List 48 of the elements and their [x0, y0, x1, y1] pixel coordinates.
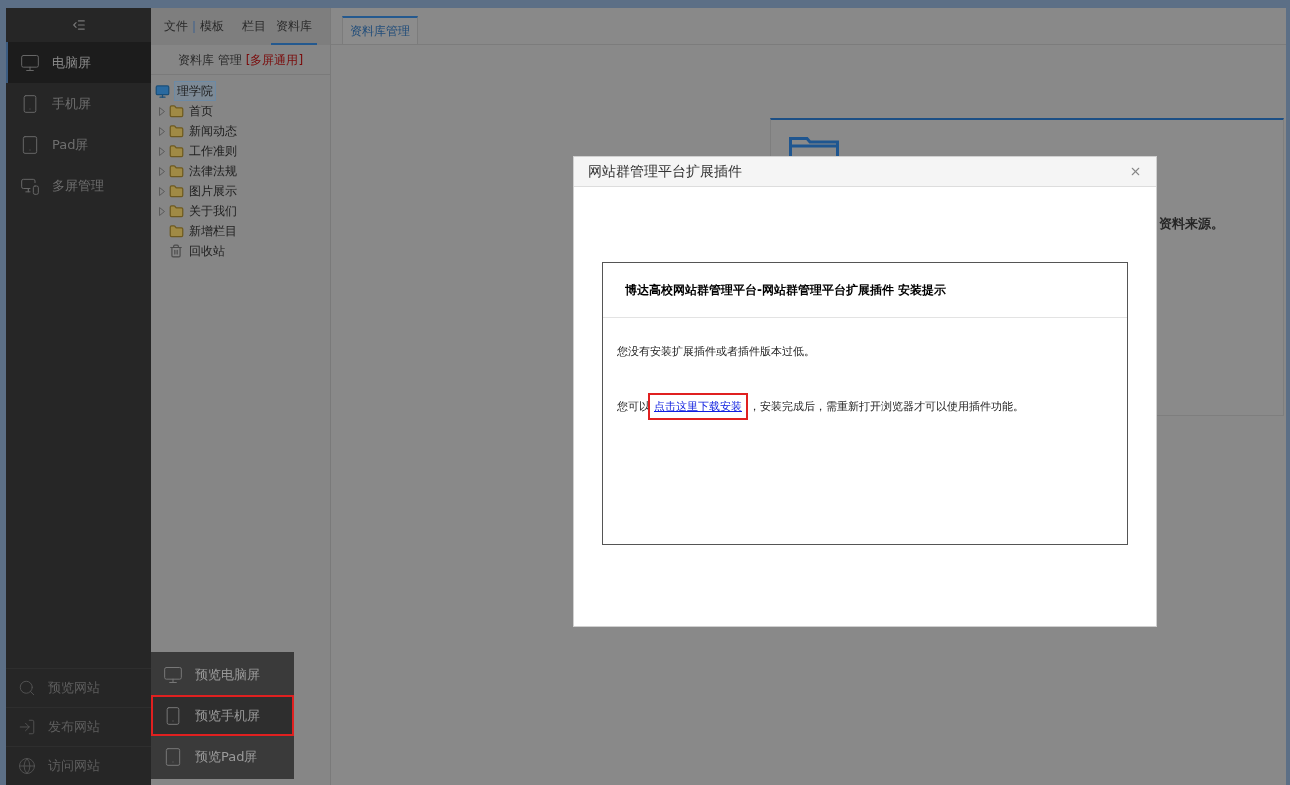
preview-menu-item[interactable]: 预览Pad屏 [151, 736, 294, 777]
folder-icon [169, 143, 184, 159]
panel-tab[interactable]: 文件 [159, 8, 193, 45]
tree-root[interactable]: 理学院 [174, 81, 216, 101]
card-description: 资料来源。 [1159, 215, 1224, 233]
sidebar-item[interactable]: 多屏管理 [6, 165, 151, 206]
tree-item[interactable]: 法律法规 [189, 162, 237, 180]
sidebar-item[interactable]: 电脑屏 [6, 42, 151, 83]
content-tab[interactable]: 资料库管理 [342, 16, 418, 44]
tree-item[interactable]: 关于我们 [189, 202, 237, 220]
tree-item[interactable]: 回收站 [189, 242, 225, 260]
arrow-into-box-icon [18, 718, 36, 736]
download-link[interactable]: 点击这里下载安装 [650, 394, 746, 418]
panel-tab[interactable]: 资料库 [271, 8, 317, 45]
preview-menu-item[interactable]: 预览电脑屏 [151, 654, 294, 695]
trash-icon [169, 244, 183, 258]
collapse-icon [71, 18, 86, 32]
notice-text: 您没有安装扩展插件或者插件版本过低。 [617, 344, 816, 360]
scope-tag: [多屏通用] [245, 50, 304, 69]
tree-item[interactable]: 工作准则 [189, 142, 237, 160]
tree-item[interactable]: 图片展示 [189, 182, 237, 200]
panel-tab[interactable]: 栏目 [237, 8, 271, 45]
folder-icon [169, 123, 184, 139]
tablet-icon [163, 746, 183, 767]
sidebar-item[interactable]: Pad屏 [6, 124, 151, 165]
folder-icon [169, 203, 184, 219]
tree-item[interactable]: 首页 [189, 102, 213, 120]
monitor-icon [20, 52, 40, 73]
folder-icon [169, 163, 184, 179]
panel-tab[interactable]: 模板 [195, 8, 229, 45]
folder-icon [169, 103, 184, 119]
close-icon [1129, 165, 1142, 178]
sidebar-item[interactable]: 手机屏 [6, 83, 151, 124]
folder-icon [169, 183, 184, 199]
tablet-icon [20, 134, 40, 155]
tree-item[interactable]: 新增栏目 [189, 222, 237, 240]
monitor-icon [163, 664, 183, 685]
dialog-title: 网站群管理平台扩展插件 [588, 162, 742, 181]
preview-menu-item[interactable]: 预览手机屏 [151, 695, 294, 736]
monitor-icon [155, 83, 170, 99]
tree-item[interactable]: 新闻动态 [189, 122, 237, 140]
folder-icon [789, 137, 839, 157]
notice-heading: 博达高校网站群管理平台-网站群管理平台扩展插件 安装提示 [625, 282, 947, 299]
folder-icon [169, 223, 184, 239]
search-icon [18, 679, 36, 697]
globe-icon [18, 757, 36, 775]
close-button[interactable] [1129, 165, 1142, 178]
panel-heading: 资料库 管理 [177, 51, 242, 69]
